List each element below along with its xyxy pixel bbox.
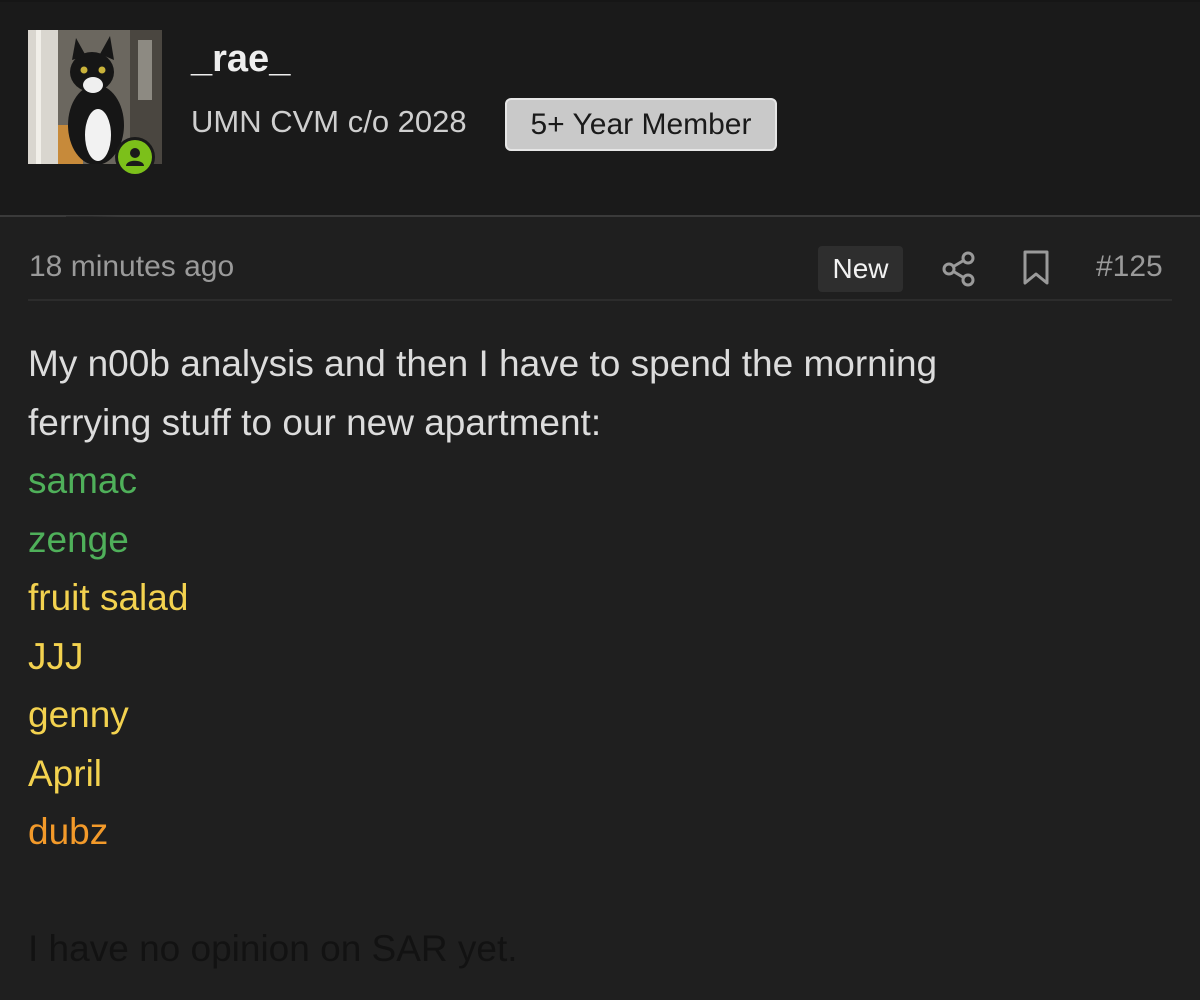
username[interactable]: _rae_ xyxy=(191,38,290,81)
member-badge: 5+ Year Member xyxy=(505,98,777,151)
ranked-list-item: samac xyxy=(28,460,137,501)
new-badge: New xyxy=(818,246,903,292)
forum-post: _rae_ UMN CVM c/o 2028 5+ Year Member 18… xyxy=(0,0,1200,1000)
ranked-list-item: fruit salad xyxy=(28,577,189,618)
ranked-list-item: genny xyxy=(28,694,129,735)
post-body: My n00b analysis and then I have to spen… xyxy=(28,335,1168,979)
post-number-link[interactable]: #125 xyxy=(1096,250,1163,284)
ranked-list: samac zenge fruit salad JJJ genny April dubz xyxy=(28,452,1168,862)
closing-text: I have no opinion on SAR yet. xyxy=(28,928,518,969)
ranked-list-item: dubz xyxy=(28,811,109,852)
user-info-block: _rae_ UMN CVM c/o 2028 5+ Year Member xyxy=(0,2,1200,216)
share-icon[interactable] xyxy=(940,250,978,288)
header-divider xyxy=(0,215,1200,217)
meta-divider xyxy=(28,299,1172,301)
bookmark-icon[interactable] xyxy=(1022,250,1050,286)
online-status-badge xyxy=(115,137,155,177)
post-text-line: My n00b analysis and then I have to spen… xyxy=(28,343,938,384)
ranked-list-item: JJJ xyxy=(28,635,84,677)
online-user-icon xyxy=(118,140,152,174)
ranked-list-item: zenge xyxy=(28,518,129,560)
post-timestamp[interactable]: 18 minutes ago xyxy=(29,250,234,284)
ranked-list-item: April xyxy=(28,752,103,794)
user-title: UMN CVM c/o 2028 xyxy=(191,104,467,139)
post-text-line: ferrying stuff to our new apartment: xyxy=(28,401,602,443)
